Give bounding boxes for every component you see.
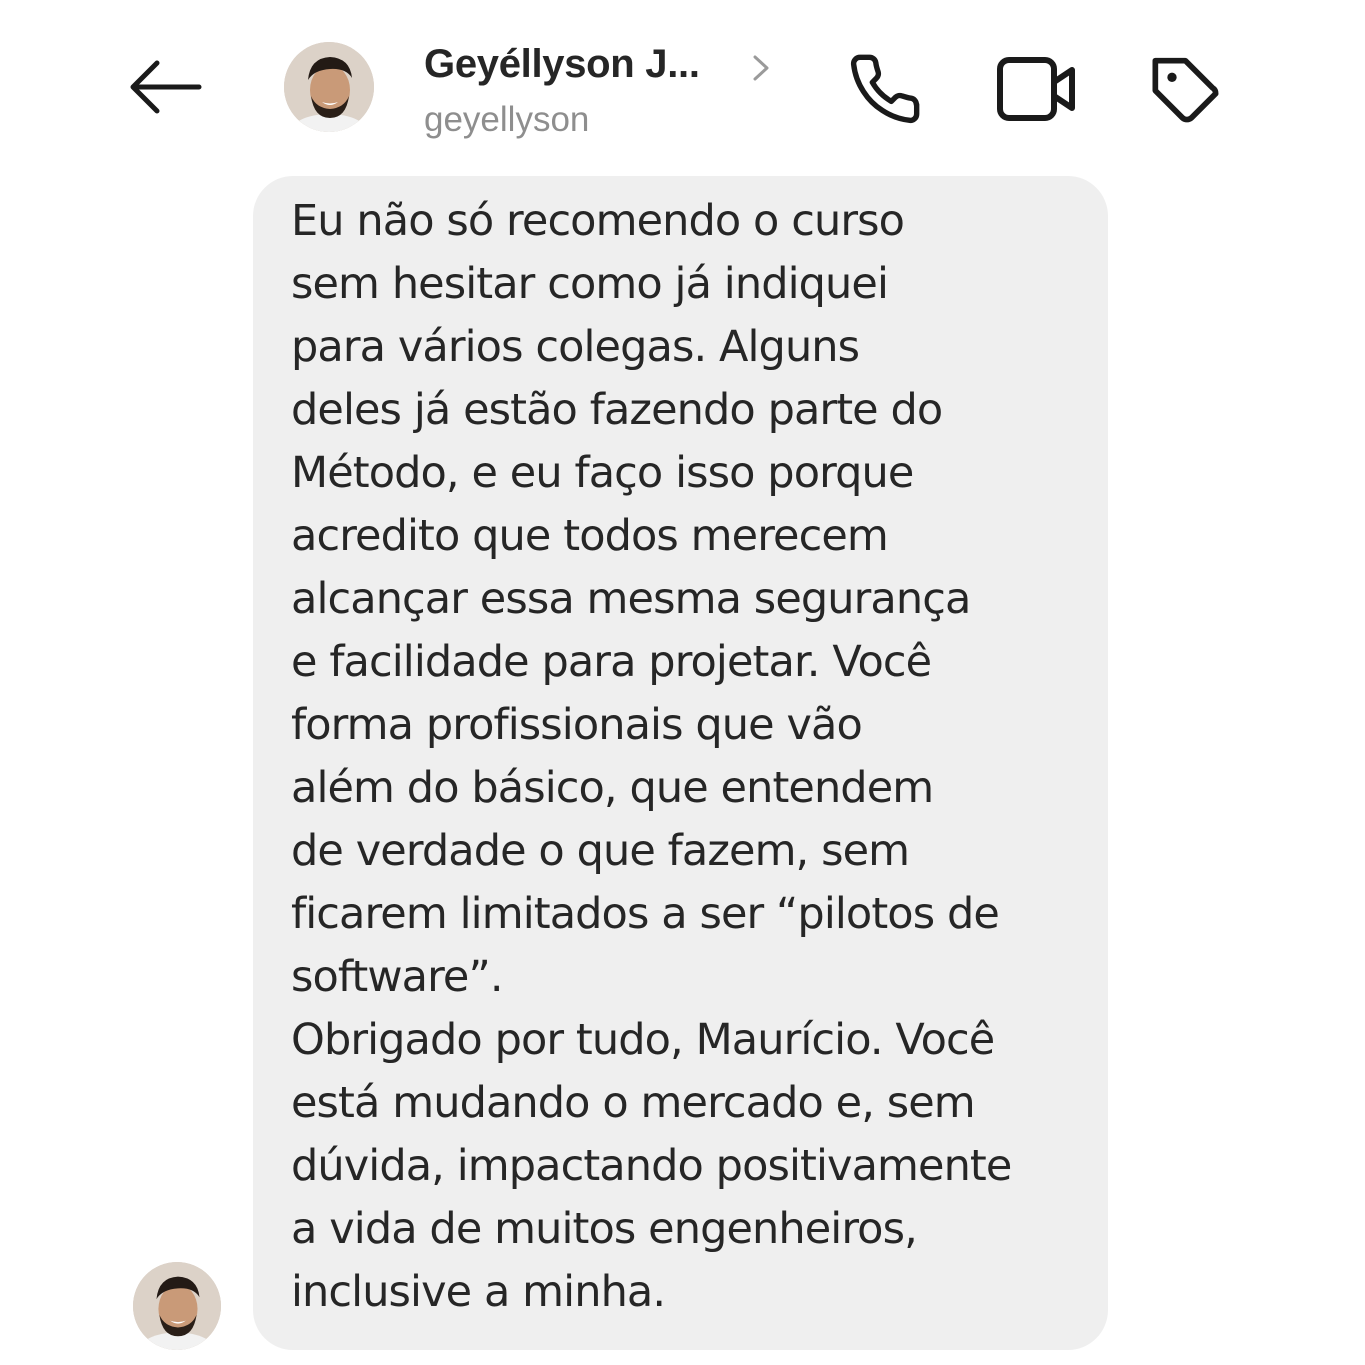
contact-username: geyellyson bbox=[424, 100, 590, 139]
contact-name: Geyéllyson J... bbox=[424, 42, 700, 86]
tag-button[interactable] bbox=[1144, 46, 1230, 132]
avatar-photo bbox=[133, 1262, 221, 1350]
avatar-photo bbox=[284, 42, 374, 132]
sender-avatar[interactable] bbox=[133, 1262, 221, 1350]
phone-icon bbox=[850, 54, 920, 124]
audio-call-button[interactable] bbox=[842, 46, 928, 132]
message-text: Eu não só recomendo o curso sem hesitar … bbox=[291, 196, 1012, 1317]
arrow-left-icon bbox=[130, 60, 202, 114]
contact-info[interactable]: Geyéllyson J... geyellyson bbox=[424, 38, 784, 148]
contact-avatar[interactable] bbox=[284, 42, 374, 132]
chat-header: Geyéllyson J... geyellyson bbox=[0, 0, 1365, 170]
chevron-right-icon bbox=[753, 55, 769, 81]
video-camera-icon bbox=[997, 57, 1075, 121]
video-call-button[interactable] bbox=[994, 46, 1080, 132]
tag-icon bbox=[1152, 57, 1219, 123]
message-bubble[interactable]: Eu não só recomendo o curso sem hesitar … bbox=[253, 176, 1108, 1350]
back-button[interactable] bbox=[120, 50, 210, 124]
dm-conversation-screen: Geyéllyson J... geyellyson Eu não só rec… bbox=[0, 0, 1365, 1365]
